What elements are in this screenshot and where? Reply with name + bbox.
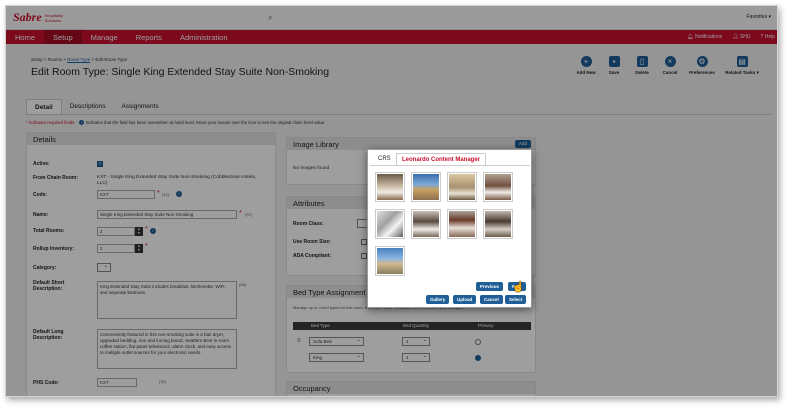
tab-crs[interactable]: CRS [373,153,396,165]
image-thumbnail[interactable] [375,246,405,276]
previous-button[interactable]: Previous [476,282,504,291]
image-thumbnail[interactable] [411,172,441,202]
image-thumbnail[interactable] [411,209,441,239]
image-thumbnail[interactable] [447,172,477,202]
image-thumbnail[interactable] [375,172,405,202]
app-window: Sabre Hospitality Solutions ⌕ Favorites … [5,5,778,397]
image-thumbnail[interactable] [375,209,405,239]
image-thumbnail[interactable] [447,209,477,239]
gallery-button[interactable]: Gallery [426,295,450,304]
modal-cancel-button[interactable]: Cancel [480,295,503,304]
select-button[interactable]: Select [505,295,527,304]
image-picker-modal: CRS Leonardo Content Manager Previous Ne… [367,149,532,308]
image-thumbnail[interactable] [483,209,513,239]
upload-button[interactable]: Upload [453,295,477,304]
image-thumbnail[interactable] [483,172,513,202]
modal-tab-divider [370,165,530,166]
hand-cursor-icon: ☝ [512,282,525,293]
